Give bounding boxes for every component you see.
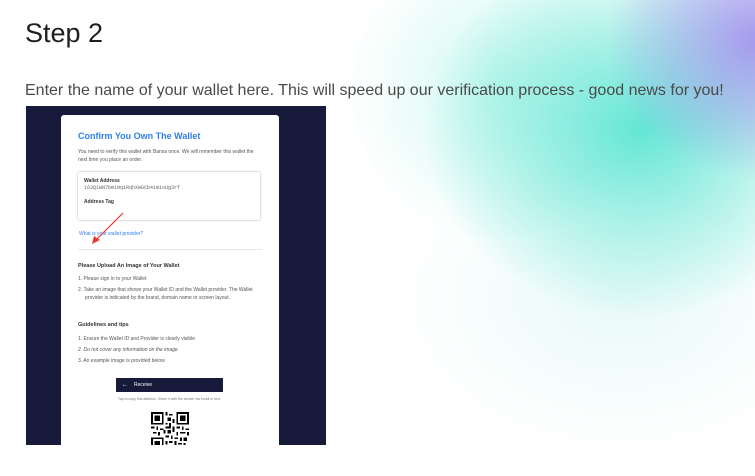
list-item: 2. Take an image that shows your Wallet … [78,287,253,301]
divider [78,249,262,250]
upload-title: Please Upload An Image of Your Wallet [78,263,180,269]
guidelines-list: 1. Ensure the Wallet ID and Provider is … [78,335,263,368]
verification-card: Confirm You Own The Wallet You need to v… [61,115,279,445]
receive-button[interactable]: ← Receive [116,378,223,392]
tap-to-copy-note: Tap to copy this address. Share it with … [118,397,221,401]
wallet-provider-link[interactable]: What is your wallet provider? [79,231,143,237]
wallet-address-box: Wallet Address 163Q1WN7bm1Nq1RqhXWGCb4im… [78,172,260,220]
guidelines-title: Guidelines and tips [78,322,129,328]
example-screenshot: Confirm You Own The Wallet You need to v… [26,106,326,445]
wallet-address-value: 163Q1WN7bm1Nq1RqhXWGCb4im1oUg3rf [84,185,181,191]
card-title: Confirm You Own The Wallet [78,131,201,141]
back-arrow-icon: ← [122,382,128,388]
receive-label: Receive [134,382,153,388]
qr-code-icon [151,412,189,445]
address-tag-label: Address Tag [84,199,114,205]
list-item: 1. Please sign in to your Wallet [78,276,147,282]
list-item: 1. Ensure the Wallet ID and Provider is … [78,336,196,342]
instruction-text: Enter the name of your wallet here. This… [25,82,724,99]
list-item: 3. An example image is provided below [78,358,165,364]
wallet-address-label: Wallet Address [84,178,120,184]
upload-steps-list: 1. Please sign in to your Wallet 2. Take… [78,275,263,305]
list-item: 2. Do not cover any information on the i… [78,347,178,353]
step-heading: Step 2 [25,18,104,48]
card-description: You need to verify this wallet with Banx… [78,149,254,163]
